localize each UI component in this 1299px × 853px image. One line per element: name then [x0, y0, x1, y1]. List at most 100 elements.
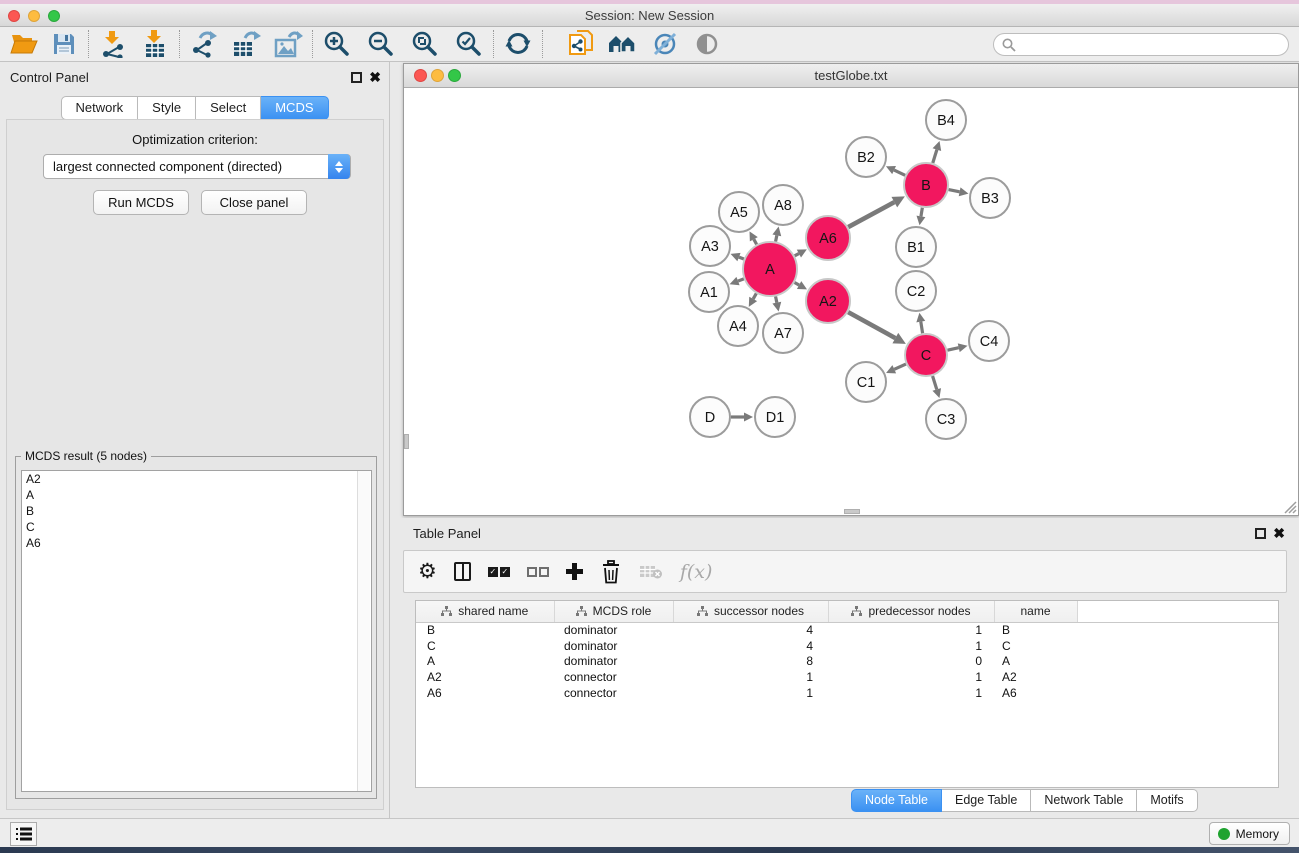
window-resize-grip[interactable]	[1283, 500, 1297, 514]
column-header-successor-nodes[interactable]: successor nodes	[673, 601, 828, 622]
result-item[interactable]: A	[22, 487, 371, 503]
canvas-vscroll-thumb[interactable]	[404, 434, 409, 449]
import-network-icon[interactable]	[97, 29, 129, 59]
tab-network[interactable]: Network	[60, 96, 138, 120]
task-history-button[interactable]	[10, 822, 37, 846]
close-panel-icon[interactable]: ✖	[369, 69, 381, 86]
graph-edge-A-A5[interactable]	[754, 239, 757, 244]
show-network-icon[interactable]	[691, 29, 723, 59]
graph-edge-A2-C[interactable]	[848, 312, 895, 338]
tab-node-table[interactable]: Node Table	[851, 789, 942, 812]
result-item[interactable]: C	[22, 519, 371, 535]
delete-column-icon[interactable]	[600, 557, 622, 587]
export-image-icon[interactable]	[272, 29, 304, 59]
graph-edge-C-C1[interactable]	[894, 364, 906, 369]
column-header-mcds-role[interactable]: MCDS role	[554, 601, 673, 622]
clone-network-icon[interactable]	[565, 29, 597, 59]
graph-edge-A-A2[interactable]	[795, 283, 800, 286]
graph-edge-C-C2[interactable]	[921, 322, 923, 334]
home-view-icon[interactable]	[607, 29, 639, 59]
graph-node-label: D1	[766, 410, 785, 426]
table-row[interactable]: A2connector11A2	[416, 669, 1278, 685]
export-network-icon[interactable]	[188, 29, 220, 59]
table-row[interactable]: A6connector11A6	[416, 685, 1278, 701]
table-panel-title: Table Panel	[413, 526, 481, 541]
search-input[interactable]	[993, 33, 1289, 56]
toolbar-separator	[88, 30, 89, 58]
graph-edge-B-B2[interactable]	[894, 170, 905, 175]
graph-edge-A-A6[interactable]	[795, 254, 799, 256]
zoom-fit-icon[interactable]	[409, 29, 441, 59]
tab-mcds[interactable]: MCDS	[261, 96, 328, 120]
graph-edge-B-B3[interactable]	[949, 190, 960, 192]
export-table-icon[interactable]	[230, 29, 262, 59]
table-settings-gear-icon[interactable]: ⚙	[418, 557, 437, 587]
zoom-out-icon[interactable]	[365, 29, 397, 59]
tab-select[interactable]: Select	[196, 96, 261, 120]
unselect-all-columns-icon[interactable]	[527, 557, 549, 587]
table-row[interactable]: Bdominator41B	[416, 622, 1278, 638]
show-columns-icon[interactable]	[454, 557, 471, 587]
table-row[interactable]: Adominator80A	[416, 653, 1278, 669]
close-panel-button[interactable]: Close panel	[201, 190, 307, 215]
graph-edge-B-B1[interactable]	[921, 208, 922, 217]
table-cell: connector	[554, 685, 673, 701]
graph-edge-arrow	[772, 302, 781, 312]
result-scrollbar[interactable]	[357, 471, 370, 791]
column-header-name[interactable]: name	[994, 601, 1077, 622]
graph-edge-C-C4[interactable]	[947, 348, 958, 351]
canvas-hscroll-thumb[interactable]	[844, 509, 860, 514]
network-canvas[interactable]: AA6A2BCA5A8A3A1A4A7B2B4B3B1C2C4C1C3DD1	[404, 88, 1298, 515]
function-builder-icon[interactable]: f(x)	[680, 557, 713, 587]
result-item[interactable]: A2	[22, 471, 371, 487]
node-table: shared name MCDS role successor nodes pr…	[415, 600, 1279, 788]
open-session-icon[interactable]	[8, 29, 40, 59]
column-header-shared-name[interactable]: shared name	[416, 601, 554, 622]
column-header-predecessor-nodes[interactable]: predecessor nodes	[828, 601, 994, 622]
table-header-row: shared name MCDS role successor nodes pr…	[416, 601, 1278, 622]
table-cell: 4	[673, 622, 828, 638]
graph-edge-A-A4[interactable]	[753, 293, 756, 299]
optimization-criterion-label: Optimization criterion:	[7, 132, 383, 147]
criterion-dropdown[interactable]: largest connected component (directed)	[43, 154, 351, 179]
float-panel-icon[interactable]	[351, 72, 362, 83]
graph-edge-A-A8[interactable]	[776, 235, 777, 241]
run-mcds-button[interactable]: Run MCDS	[93, 190, 189, 215]
close-table-panel-icon[interactable]: ✖	[1273, 525, 1285, 542]
graph-node-label: C4	[980, 334, 999, 350]
table-cell: B	[994, 622, 1077, 638]
tab-motifs[interactable]: Motifs	[1137, 789, 1197, 812]
float-table-panel-icon[interactable]	[1255, 528, 1266, 539]
graph-node-label: A6	[819, 231, 837, 247]
add-column-icon[interactable]	[566, 557, 583, 587]
graph-edge-A6-B[interactable]	[848, 202, 894, 227]
column-type-icon	[441, 606, 452, 617]
tab-edge-table[interactable]: Edge Table	[942, 789, 1031, 812]
table-cell: 1	[828, 622, 994, 638]
refresh-icon[interactable]	[502, 29, 534, 59]
graph-edge-B-B4[interactable]	[933, 150, 937, 163]
result-item[interactable]: B	[22, 503, 371, 519]
save-session-icon[interactable]	[48, 29, 80, 59]
memory-button[interactable]: Memory	[1209, 822, 1290, 845]
table-row[interactable]: Cdominator41C	[416, 638, 1278, 654]
graph-edge-C-C3[interactable]	[933, 376, 937, 389]
hide-network-icon[interactable]	[649, 29, 681, 59]
zoom-in-icon[interactable]	[321, 29, 353, 59]
result-item[interactable]: A6	[22, 535, 371, 551]
import-table-icon[interactable]	[139, 29, 171, 59]
graph-edge-A-A3[interactable]	[739, 257, 744, 259]
table-cell: dominator	[554, 622, 673, 638]
status-bar: Memory	[0, 818, 1299, 847]
zoom-selected-icon[interactable]	[453, 29, 485, 59]
tab-network-table[interactable]: Network Table	[1031, 789, 1137, 812]
graph-edge-A-A1[interactable]	[738, 279, 744, 281]
delete-table-icon[interactable]	[639, 557, 663, 587]
graph-edge-A-A7[interactable]	[776, 296, 777, 302]
toolbar-separator	[312, 30, 313, 58]
network-window-titlebar[interactable]: testGlobe.txt	[404, 64, 1298, 88]
table-cell-filler	[1077, 653, 1278, 669]
table-cell: 1	[828, 638, 994, 654]
select-all-columns-icon[interactable]: ✓✓	[488, 557, 510, 587]
tab-style[interactable]: Style	[138, 96, 196, 120]
